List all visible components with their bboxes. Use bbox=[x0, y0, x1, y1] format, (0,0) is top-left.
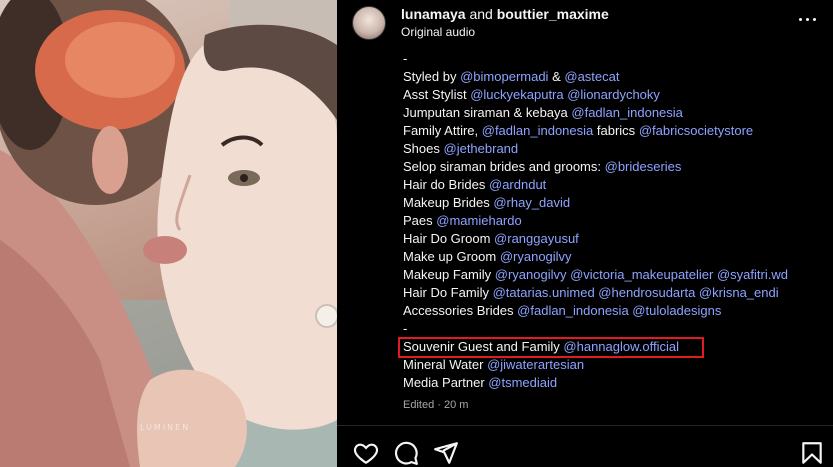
caption-text: fabrics bbox=[596, 123, 636, 138]
caption-text: Make up Groom bbox=[403, 249, 497, 264]
audio-label[interactable]: Original audio bbox=[401, 25, 475, 39]
mention-link[interactable]: @mamiehardo bbox=[436, 213, 521, 228]
caption-line: Media Partner @tsmediaid bbox=[403, 374, 823, 392]
mention-link[interactable]: @bimopermadi bbox=[460, 69, 548, 84]
heart-icon[interactable] bbox=[353, 440, 379, 466]
author-conjunction: and bbox=[469, 6, 493, 22]
post-photo[interactable]: LUMINEN bbox=[0, 0, 337, 467]
mention-link[interactable]: @tsmediaid bbox=[488, 375, 557, 390]
mention-link[interactable]: @ardndut bbox=[489, 177, 546, 192]
caption-text: Jumputan siraman & kebaya bbox=[403, 105, 568, 120]
caption-text: Selop siraman brides and grooms: bbox=[403, 159, 601, 174]
mention-link[interactable]: @luckyekaputra @lionardychoky bbox=[470, 87, 660, 102]
mention-link[interactable]: @jiwaterartesian bbox=[487, 357, 584, 372]
caption-line: - bbox=[403, 320, 823, 338]
mention-link[interactable]: @brideseries bbox=[605, 159, 682, 174]
post-viewer: LUMINEN lunamaya and bouttier_maxime Ori… bbox=[0, 0, 833, 467]
highlight-box bbox=[398, 337, 704, 358]
caption-line: Asst Stylist @luckyekaputra @lionardycho… bbox=[403, 86, 823, 104]
caption-text: - bbox=[403, 321, 408, 336]
caption-line: - bbox=[403, 50, 823, 68]
caption-text: Hair do Brides bbox=[403, 177, 486, 192]
send-icon[interactable] bbox=[433, 440, 459, 466]
caption-line: Paes @mamiehardo bbox=[403, 212, 823, 230]
more-horizontal-icon[interactable] bbox=[797, 10, 819, 30]
caption-text: - bbox=[403, 51, 408, 66]
mention-link[interactable]: @fabricsocietystore bbox=[639, 123, 753, 138]
caption-text: Asst Stylist bbox=[403, 87, 467, 102]
mention-link[interactable]: @tatarias.unimed @hendrosudarta @krisna_… bbox=[493, 285, 779, 300]
caption-line: Hair Do Groom @ranggayusuf bbox=[403, 230, 823, 248]
username-link-1[interactable]: lunamaya bbox=[401, 6, 466, 22]
caption-line: Jumputan siraman & kebaya @fadlan_indone… bbox=[403, 104, 823, 122]
caption-line: Makeup Brides @rhay_david bbox=[403, 194, 823, 212]
caption-text: Makeup Family bbox=[403, 267, 492, 282]
mention-link[interactable]: @rhay_david bbox=[493, 195, 570, 210]
post-details-panel: lunamaya and bouttier_maxime Original au… bbox=[337, 0, 833, 467]
caption-text: & bbox=[552, 69, 561, 84]
post-header: lunamaya and bouttier_maxime Original au… bbox=[337, 0, 833, 48]
avatar[interactable] bbox=[352, 6, 386, 40]
mention-link[interactable]: @ryanogilvy bbox=[500, 249, 572, 264]
caption-line: Make up Groom @ryanogilvy bbox=[403, 248, 823, 266]
action-bar bbox=[337, 436, 833, 467]
caption-line: Mineral Water @jiwaterartesian bbox=[403, 356, 823, 374]
comment-icon[interactable] bbox=[393, 440, 419, 466]
bookmark-icon[interactable] bbox=[799, 440, 825, 466]
caption-text: Shoes bbox=[403, 141, 440, 156]
photo-illustration bbox=[0, 0, 337, 467]
caption-text: Media Partner bbox=[403, 375, 485, 390]
caption-line: Shoes @jethebrand bbox=[403, 140, 823, 158]
caption-line: Makeup Family @ryanogilvy @victoria_make… bbox=[403, 266, 823, 284]
mention-link[interactable]: @astecat bbox=[564, 69, 619, 84]
caption-text: Mineral Water bbox=[403, 357, 484, 372]
mention-link[interactable]: @ranggayusuf bbox=[494, 231, 579, 246]
mention-link[interactable]: @fadlan_indonesia bbox=[571, 105, 683, 120]
caption-text: Makeup Brides bbox=[403, 195, 490, 210]
username-link-2[interactable]: bouttier_maxime bbox=[497, 6, 609, 22]
post-authors: lunamaya and bouttier_maxime bbox=[401, 6, 609, 22]
mention-link[interactable]: @fadlan_indonesia bbox=[482, 123, 594, 138]
divider bbox=[337, 425, 833, 426]
caption-line: Styled by @bimopermadi & @astecat bbox=[403, 68, 823, 86]
caption-line: Hair do Brides @ardndut bbox=[403, 176, 823, 194]
mention-link[interactable]: @ryanogilvy @victoria_makeupatelier @sya… bbox=[495, 267, 788, 282]
photo-watermark: LUMINEN bbox=[140, 423, 191, 432]
caption-text: Accessories Brides bbox=[403, 303, 514, 318]
caption-line: Selop siraman brides and grooms: @brides… bbox=[403, 158, 823, 176]
caption-text: Hair Do Family bbox=[403, 285, 489, 300]
caption-line: Accessories Brides @fadlan_indonesia @tu… bbox=[403, 302, 823, 320]
mention-link[interactable]: @fadlan_indonesia @tuloladesigns bbox=[517, 303, 721, 318]
caption-text: Family Attire, bbox=[403, 123, 479, 138]
edited-timestamp: Edited · 20 m bbox=[403, 399, 469, 411]
caption-line: Hair Do Family @tatarias.unimed @hendros… bbox=[403, 284, 823, 302]
caption-line: Family Attire, @fadlan_indonesia fabrics… bbox=[403, 122, 823, 140]
caption-text: Styled by bbox=[403, 69, 457, 84]
caption-text: Paes bbox=[403, 213, 433, 228]
caption-text: Hair Do Groom bbox=[403, 231, 491, 246]
mention-link[interactable]: @jethebrand bbox=[444, 141, 519, 156]
